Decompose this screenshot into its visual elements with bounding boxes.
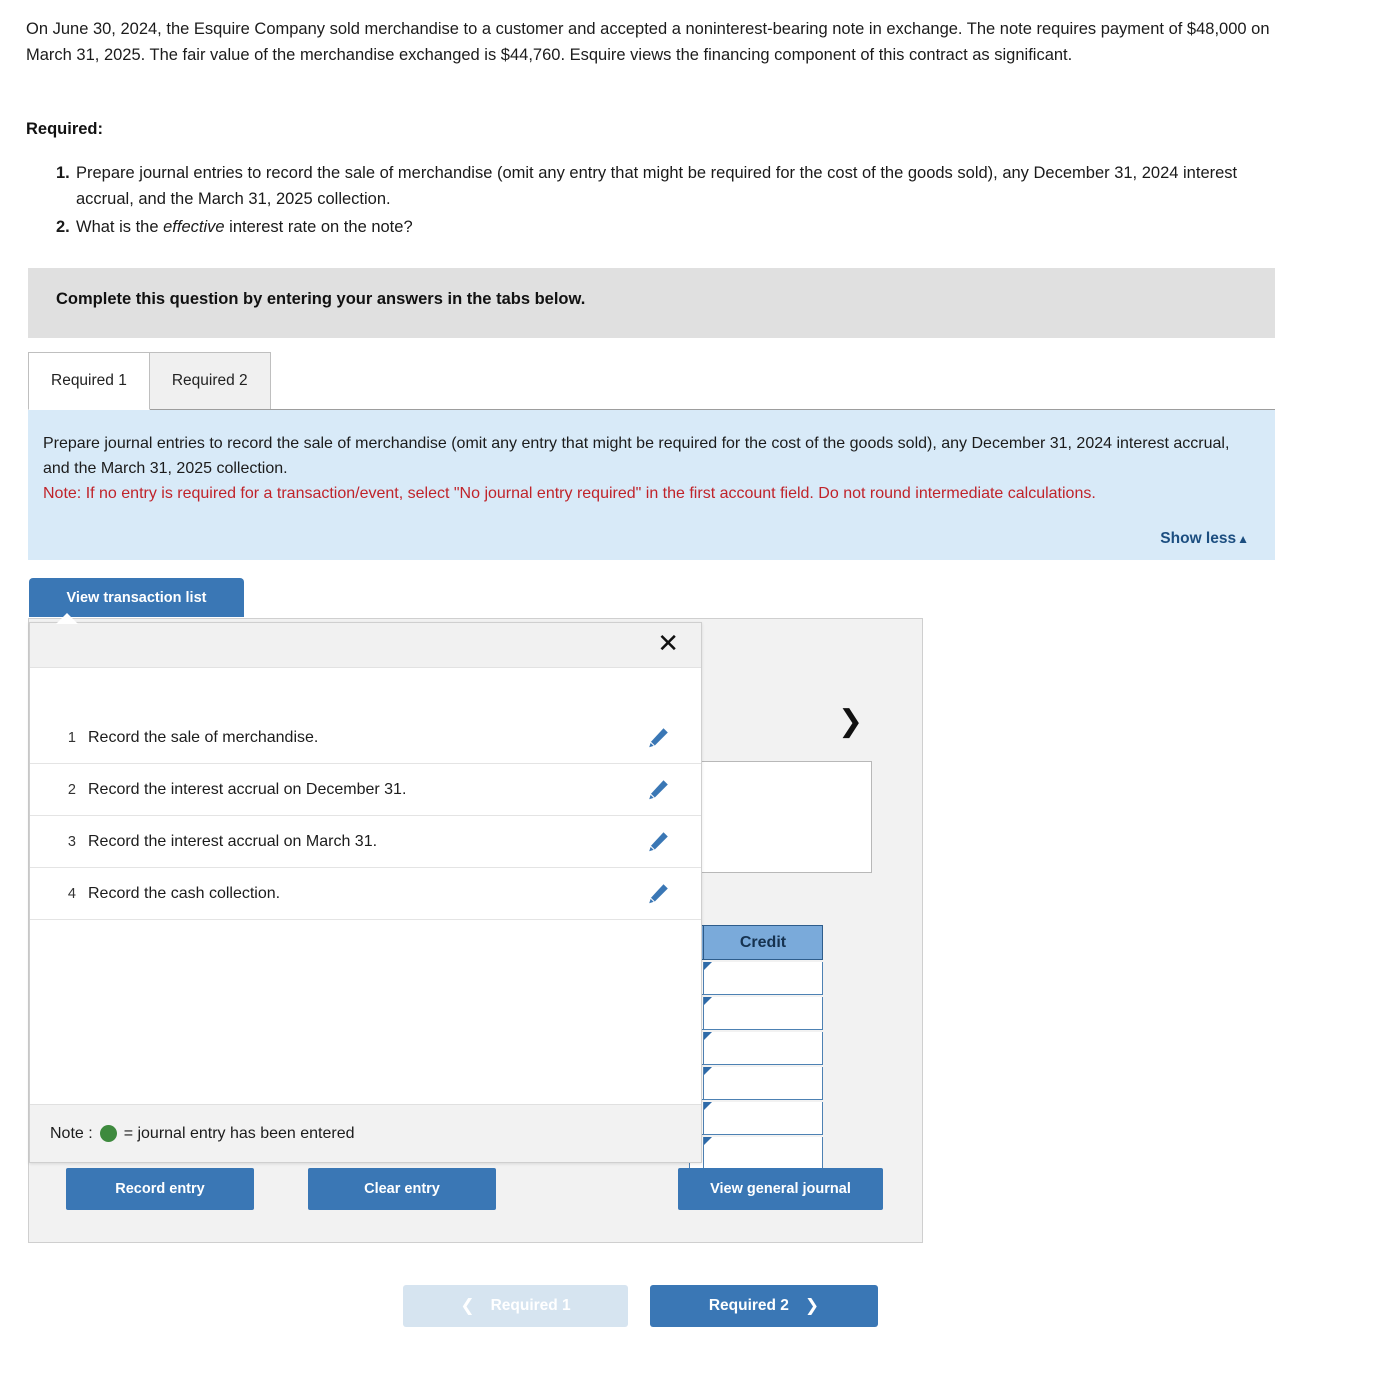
- requirement-2-post: interest rate on the note?: [224, 218, 413, 236]
- chevron-left-icon: ❮: [460, 1296, 475, 1316]
- popup-header: ✕: [30, 623, 701, 668]
- view-transaction-list-button[interactable]: View transaction list: [29, 578, 244, 617]
- pointer-triangle-icon: [56, 613, 78, 624]
- view-general-journal-button[interactable]: View general journal: [678, 1168, 883, 1210]
- prev-button-label: Required 1: [490, 1297, 571, 1314]
- credit-input-cell[interactable]: [703, 997, 823, 1030]
- complete-question-banner: Complete this question by entering your …: [28, 268, 1275, 338]
- caret-up-icon: ▲: [1237, 532, 1249, 546]
- record-entry-button[interactable]: Record entry: [66, 1168, 254, 1210]
- requirement-1-number: 1.: [56, 164, 70, 182]
- next-button-label: Required 2: [708, 1297, 789, 1314]
- requirement-item-1: 1. Prepare journal entries to record the…: [56, 160, 1281, 212]
- transaction-label: Record the cash collection.: [88, 884, 281, 902]
- list-item[interactable]: 4 Record the cash collection.: [30, 868, 701, 920]
- edit-pencil-icon[interactable]: [645, 725, 701, 751]
- transaction-number: 3: [67, 833, 76, 850]
- cell-corner-marker-icon: [704, 1067, 712, 1075]
- requirement-2-italic: effective: [163, 218, 225, 236]
- transaction-label: Record the interest accrual on March 31.: [88, 832, 378, 850]
- next-required-2-button[interactable]: Required 2 ❯: [650, 1285, 878, 1327]
- prev-required-1-button[interactable]: ❮ Required 1: [403, 1285, 628, 1327]
- cell-corner-marker-icon: [704, 962, 712, 970]
- edit-pencil-icon[interactable]: [645, 881, 701, 907]
- legend-prefix: Note :: [50, 1124, 93, 1142]
- list-item[interactable]: 1 Record the sale of merchandise.: [30, 712, 701, 764]
- transaction-number: 2: [67, 781, 76, 798]
- cell-corner-marker-icon: [704, 1032, 712, 1040]
- requirement-1-text: Prepare journal entries to record the sa…: [76, 164, 1238, 208]
- instruction-panel: Prepare journal entries to record the sa…: [28, 409, 1275, 560]
- cell-corner-marker-icon: [704, 997, 712, 1005]
- tab-required-2[interactable]: Required 2: [148, 352, 271, 410]
- cell-corner-marker-icon: [704, 1102, 712, 1110]
- credit-input-cell[interactable]: [703, 1067, 823, 1100]
- requirement-item-2: 2. What is the effective interest rate o…: [56, 214, 1281, 240]
- worksheet-white-field[interactable]: [700, 761, 872, 873]
- requirement-2-text: What is the effective interest rate on t…: [76, 214, 1281, 240]
- requirement-2-number: 2.: [56, 218, 70, 236]
- credit-input-cell[interactable]: [703, 1102, 823, 1135]
- transaction-number: 4: [67, 885, 76, 902]
- legend-suffix: = journal entry has been entered: [123, 1124, 355, 1142]
- list-item[interactable]: 3 Record the interest accrual on March 3…: [30, 816, 701, 868]
- credit-input-cell[interactable]: [703, 1032, 823, 1065]
- transaction-list-popup: ✕ 1 Record the sale of merchandise. 2 Re…: [29, 622, 702, 1163]
- credit-input-cell[interactable]: [703, 1137, 823, 1170]
- credit-input-cell[interactable]: [703, 962, 823, 995]
- instruction-body: Prepare journal entries to record the sa…: [43, 431, 1238, 506]
- edit-pencil-icon[interactable]: [645, 829, 701, 855]
- tab-required-1[interactable]: Required 1: [28, 352, 150, 410]
- requirement-tabs: Required 1 Required 2: [28, 352, 271, 410]
- show-less-link[interactable]: Show less▲: [1160, 530, 1249, 548]
- green-dot-icon: [99, 1125, 117, 1142]
- clear-entry-button[interactable]: Clear entry: [308, 1168, 496, 1210]
- chevron-right-icon: ❯: [804, 1296, 820, 1316]
- instruction-note: Note: If no entry is required for a tran…: [43, 485, 1096, 502]
- transaction-number: 1: [67, 730, 76, 746]
- requirements-list: 1. Prepare journal entries to record the…: [56, 160, 1281, 242]
- cell-corner-marker-icon: [704, 1137, 712, 1145]
- list-item[interactable]: 2 Record the interest accrual on Decembe…: [30, 764, 701, 816]
- required-heading: Required:: [26, 120, 104, 138]
- requirement-2-pre: What is the: [76, 218, 164, 236]
- popup-legend: Note : = journal entry has been entered: [30, 1104, 701, 1162]
- close-icon[interactable]: ✕: [657, 631, 679, 657]
- instruction-line: Prepare journal entries to record the sa…: [43, 435, 1230, 477]
- credit-column: Credit: [703, 925, 823, 1170]
- transaction-label: Record the interest accrual on December …: [88, 780, 407, 798]
- banner-text: Complete this question by entering your …: [56, 290, 586, 308]
- transaction-label: Record the sale of merchandise.: [88, 729, 319, 746]
- next-entry-chevron-icon[interactable]: ❯: [838, 707, 863, 737]
- question-page: On June 30, 2024, the Esquire Company so…: [0, 0, 1399, 1381]
- edit-pencil-icon[interactable]: [645, 777, 701, 803]
- credit-column-header: Credit: [703, 925, 823, 960]
- transaction-rows: 1 Record the sale of merchandise. 2 Reco…: [30, 712, 701, 920]
- show-less-label: Show less: [1160, 530, 1237, 547]
- problem-statement: On June 30, 2024, the Esquire Company so…: [26, 20, 1270, 64]
